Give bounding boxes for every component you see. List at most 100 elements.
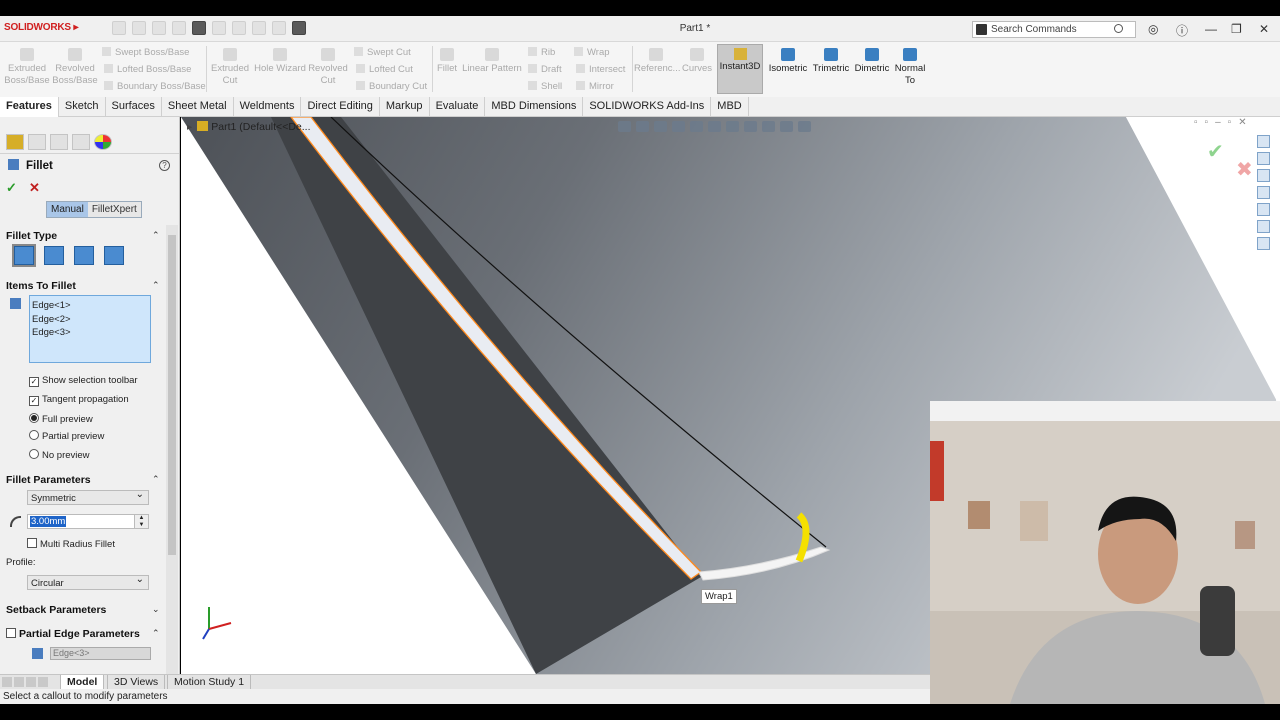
tab-sketch[interactable]: Sketch [59, 97, 106, 117]
solidworks-resources-icon[interactable] [1257, 135, 1270, 148]
minimize-icon[interactable]: — [1205, 22, 1217, 36]
confirm-cancel-icon[interactable]: ✖ [1236, 157, 1253, 182]
constant-size-fillet-icon[interactable] [12, 244, 36, 267]
dimetric-button[interactable]: Dimetric [852, 48, 892, 75]
display-style-icon[interactable] [726, 121, 739, 132]
design-library-icon[interactable] [1257, 152, 1270, 165]
collapse-icon[interactable]: ⌃ [152, 474, 160, 485]
ok-button[interactable]: ✓ [6, 180, 17, 196]
dimxpert-manager-icon[interactable] [72, 134, 90, 150]
save-icon[interactable] [172, 21, 186, 35]
multi-radius-checkbox[interactable]: Multi Radius Fillet [27, 538, 115, 550]
zoom-to-fit-icon[interactable] [618, 121, 631, 132]
display-manager-icon[interactable] [94, 134, 112, 150]
tab-direct-editing[interactable]: Direct Editing [301, 97, 380, 117]
full-preview-radio[interactable]: Full preview [29, 413, 93, 425]
options-gear-icon[interactable] [292, 21, 306, 35]
boundary-cut-button[interactable]: Boundary Cut [356, 81, 427, 92]
collapse-icon[interactable]: ⌃ [152, 230, 160, 241]
fillet-button[interactable]: Fillet [434, 48, 460, 75]
rib-button[interactable]: Rib [528, 47, 555, 58]
file-explorer-icon[interactable] [1257, 169, 1270, 182]
fillet-method-select[interactable]: Symmetric [27, 489, 149, 505]
normal-to-button[interactable]: Normal To [893, 48, 927, 87]
partial-preview-radio[interactable]: Partial preview [29, 430, 104, 442]
help-icon[interactable]: ⓘ [1176, 22, 1188, 39]
scrollbar-thumb[interactable] [168, 235, 176, 555]
property-manager-icon[interactable] [28, 134, 46, 150]
manual-tab[interactable]: Manual [47, 202, 88, 217]
new-document-icon[interactable] [132, 21, 146, 35]
show-selection-toolbar-checkbox[interactable]: ✓ Show selection toolbar [29, 375, 138, 387]
cancel-button[interactable]: ✕ [29, 180, 40, 196]
tab-surfaces[interactable]: Surfaces [106, 97, 162, 117]
collapse-icon[interactable]: ⌃ [152, 628, 160, 639]
tab-model[interactable]: Model [60, 675, 105, 690]
expand-icon[interactable]: ⌄ [152, 604, 160, 615]
tab-markup[interactable]: Markup [380, 97, 430, 117]
radius-input[interactable]: 3.00mm [27, 514, 135, 529]
trimetric-button[interactable]: Trimetric [810, 48, 852, 75]
appearances-icon[interactable] [1257, 203, 1270, 216]
radius-spinner[interactable]: ▲ ▼ [134, 514, 149, 529]
confirm-ok-icon[interactable]: ✔ [1207, 139, 1224, 164]
lofted-boss-button[interactable]: Lofted Boss/Base [104, 64, 191, 75]
items-to-fillet-header[interactable]: Items To Fillet [6, 280, 76, 292]
view-palette-icon[interactable] [1257, 186, 1270, 199]
view-settings-icon[interactable] [798, 121, 811, 132]
extruded-boss-button[interactable]: Extruded Boss/Base [4, 48, 50, 87]
tab-weldments[interactable]: Weldments [234, 97, 302, 117]
configuration-manager-icon[interactable] [50, 134, 68, 150]
feature-tree-flyout[interactable]: Part1 (Default<<De... [187, 121, 311, 133]
filletxpert-tab[interactable]: FilletXpert [87, 202, 141, 217]
restore-icon[interactable]: ❐ [1231, 22, 1242, 36]
partial-edge-parameters-header[interactable]: Partial Edge Parameters [6, 628, 140, 640]
home-icon[interactable] [112, 21, 126, 35]
pane-scrollbar[interactable] [166, 225, 178, 674]
close-icon[interactable]: ✕ [1259, 22, 1269, 36]
print-icon[interactable] [192, 21, 206, 35]
setback-parameters-header[interactable]: Setback Parameters [6, 604, 106, 616]
apply-scene-icon[interactable] [780, 121, 793, 132]
tab-sheet-metal[interactable]: Sheet Metal [162, 97, 234, 117]
profile-select[interactable]: Circular [27, 574, 149, 590]
lofted-cut-button[interactable]: Lofted Cut [356, 64, 413, 75]
tab-evaluate[interactable]: Evaluate [430, 97, 486, 117]
face-fillet-icon[interactable] [74, 246, 94, 265]
undo-icon[interactable] [212, 21, 226, 35]
search-commands-input[interactable]: Search Commands [972, 21, 1136, 38]
boundary-boss-button[interactable]: Boundary Boss/Base [104, 81, 206, 92]
feature-manager-icon[interactable] [6, 134, 24, 150]
view-orientation-icon[interactable] [708, 121, 721, 132]
hole-wizard-button[interactable]: Hole Wizard [253, 48, 307, 75]
tab-motion-study[interactable]: Motion Study 1 [167, 675, 252, 690]
dynamic-annotation-icon[interactable] [690, 121, 703, 132]
no-preview-radio[interactable]: No preview [29, 449, 90, 461]
fillet-type-header[interactable]: Fillet Type [6, 230, 57, 242]
open-icon[interactable] [152, 21, 166, 35]
linear-pattern-button[interactable]: Linear Pattern [462, 48, 522, 75]
tab-solidworks-addins[interactable]: SOLIDWORKS Add-Ins [583, 97, 712, 117]
swept-boss-button[interactable]: Swept Boss/Base [102, 47, 189, 58]
hide-show-icon[interactable] [744, 121, 757, 132]
edit-appearance-icon[interactable] [762, 121, 775, 132]
previous-view-icon[interactable] [654, 121, 667, 132]
tab-mbd-dimensions[interactable]: MBD Dimensions [485, 97, 584, 117]
custom-properties-icon[interactable] [1257, 220, 1270, 233]
revolved-cut-button[interactable]: Revolved Cut [308, 48, 348, 87]
section-view-icon[interactable] [672, 121, 685, 132]
extruded-cut-button[interactable]: Extruded Cut [208, 48, 252, 87]
list-item[interactable]: Edge<3> [32, 326, 148, 340]
rebuild-icon[interactable] [272, 21, 286, 35]
tab-features[interactable]: Features [0, 97, 59, 117]
solidworks-forum-icon[interactable] [1257, 237, 1270, 250]
select-icon[interactable] [252, 21, 266, 35]
shell-button[interactable]: Shell [528, 81, 562, 92]
variable-size-fillet-icon[interactable] [44, 246, 64, 265]
list-item[interactable]: Edge<1> [32, 299, 148, 313]
user-icon[interactable]: ◎ [1148, 22, 1158, 36]
isometric-button[interactable]: Isometric [766, 48, 810, 75]
revolved-boss-button[interactable]: Revolved Boss/Base [52, 48, 98, 87]
tab-mbd[interactable]: MBD [711, 97, 749, 117]
edge-selection-list[interactable]: Edge<1> Edge<2> Edge<3> [29, 295, 151, 363]
